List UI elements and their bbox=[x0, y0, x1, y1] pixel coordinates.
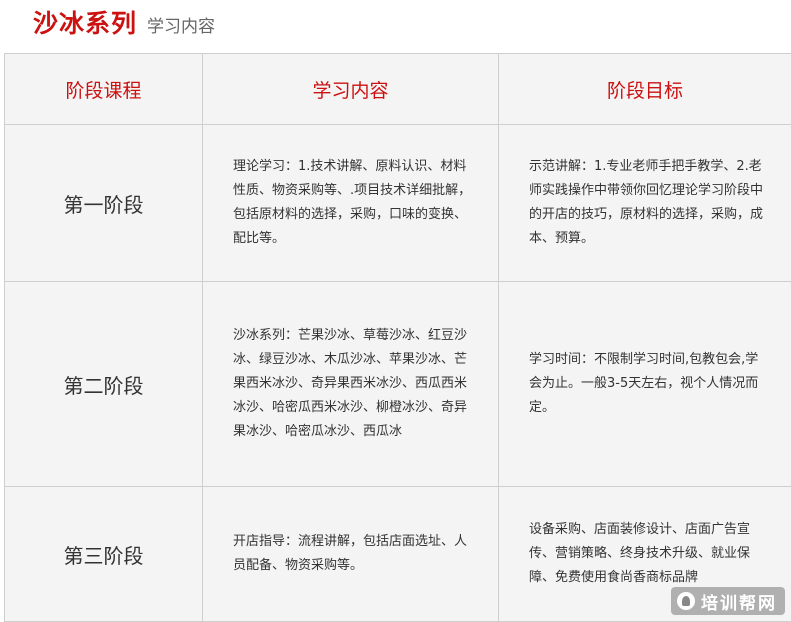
page-header: 沙冰系列 学习内容 bbox=[33, 4, 215, 44]
logo-icon bbox=[677, 592, 695, 610]
table-header-row: 阶段课程 学习内容 阶段目标 bbox=[5, 54, 791, 125]
content-cell: 沙冰系列：芒果沙冰、草莓沙冰、红豆沙冰、绿豆沙冰、木瓜沙冰、苹果沙冰、芒果西米冰… bbox=[203, 282, 499, 487]
course-table: 阶段课程 学习内容 阶段目标 第一阶段 理论学习：1.技术讲解、原料认识、材料性… bbox=[4, 53, 791, 622]
content-cell: 理论学习：1.技术讲解、原料认识、材料性质、物资采购等、.项目技术详细批解，包括… bbox=[203, 125, 499, 282]
table-row: 第一阶段 理论学习：1.技术讲解、原料认识、材料性质、物资采购等、.项目技术详细… bbox=[5, 125, 791, 282]
goal-cell: 示范讲解：1.专业老师手把手教学、2.老师实践操作中带领你回忆理论学习阶段中的开… bbox=[499, 125, 791, 282]
column-header-stage: 阶段课程 bbox=[5, 54, 203, 125]
goal-cell: 学习时间：不限制学习时间,包教包会,学会为止。一般3-5天左右，视个人情况而定。 bbox=[499, 282, 791, 487]
content-cell: 开店指导：流程讲解，包括店面选址、人员配备、物资采购等。 bbox=[203, 487, 499, 622]
stage-cell: 第二阶段 bbox=[5, 282, 203, 487]
stage-cell: 第一阶段 bbox=[5, 125, 203, 282]
table-row: 第二阶段 沙冰系列：芒果沙冰、草莓沙冰、红豆沙冰、绿豆沙冰、木瓜沙冰、苹果沙冰、… bbox=[5, 282, 791, 487]
column-header-content: 学习内容 bbox=[203, 54, 499, 125]
page-title: 沙冰系列 bbox=[33, 4, 137, 40]
watermark-text: 培训帮网 bbox=[701, 589, 777, 614]
column-header-goal: 阶段目标 bbox=[499, 54, 791, 125]
watermark-badge: 培训帮网 bbox=[671, 587, 785, 615]
page-subtitle: 学习内容 bbox=[147, 12, 215, 37]
stage-cell: 第三阶段 bbox=[5, 487, 203, 622]
